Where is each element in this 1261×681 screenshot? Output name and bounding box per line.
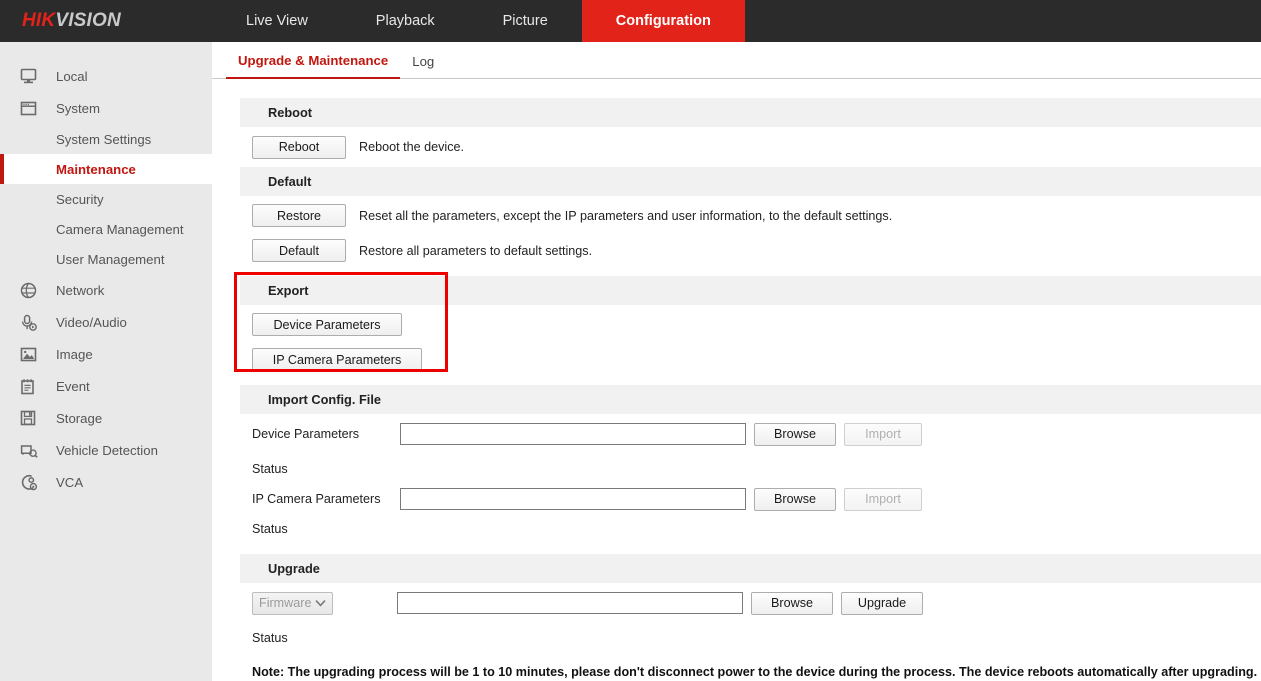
sidebar-item-label: Network <box>56 283 104 298</box>
import-ipcam-status-label: Status <box>252 522 288 536</box>
import-ipcam-status-row: Status <box>212 514 1261 544</box>
picture-icon <box>20 347 56 362</box>
reboot-description: Reboot the device. <box>359 140 464 154</box>
reboot-row: Reboot Reboot the device. <box>212 127 1261 167</box>
vca-icon <box>20 474 56 491</box>
floppy-icon <box>20 410 56 426</box>
upgrade-note: Note: The upgrading process will be 1 to… <box>212 665 1261 679</box>
microphone-icon <box>20 314 56 331</box>
export-device-parameters-button[interactable]: Device Parameters <box>252 313 402 336</box>
section-header-export: Export <box>240 276 1261 305</box>
upgrade-row: Firmware Browse Upgrade <box>212 583 1261 623</box>
sidebar-item-video-audio[interactable]: Video/Audio <box>0 306 212 338</box>
restore-button[interactable]: Restore <box>252 204 346 227</box>
sidebar: Local System System Settings Maintenance… <box>0 42 212 681</box>
import-device-status-row: Status <box>212 454 1261 484</box>
import-ipcam-import-button[interactable]: Import <box>844 488 922 511</box>
import-device-status-label: Status <box>252 462 288 476</box>
sidebar-item-label: Security <box>56 192 104 207</box>
section-header-reboot: Reboot <box>240 98 1261 127</box>
import-device-row: Device Parameters Browse Import <box>212 414 1261 454</box>
nav-tab-picture[interactable]: Picture <box>469 0 582 42</box>
logo-text-vision: VISION <box>55 10 121 31</box>
section-header-default: Default <box>240 167 1261 196</box>
sidebar-item-label: Camera Management <box>56 222 184 237</box>
nav-tab-configuration[interactable]: Configuration <box>582 0 745 42</box>
sidebar-item-label: VCA <box>56 475 83 490</box>
sidebar-item-label: Vehicle Detection <box>56 443 158 458</box>
import-ipcam-browse-button[interactable]: Browse <box>754 488 836 511</box>
sidebar-item-maintenance[interactable]: Maintenance <box>0 154 212 184</box>
tab-upgrade-maintenance[interactable]: Upgrade & Maintenance <box>226 53 400 79</box>
section-header-upgrade: Upgrade <box>240 554 1261 583</box>
sidebar-item-camera-management[interactable]: Camera Management <box>0 214 212 244</box>
maintenance-panel: Reboot Reboot Reboot the device. Default… <box>212 98 1261 679</box>
main-content: Upgrade & Maintenance Log Reboot Reboot … <box>212 42 1261 681</box>
top-navigation-bar: HIKVISION Live View Playback Picture Con… <box>0 0 1261 42</box>
sidebar-item-label: Image <box>56 347 93 362</box>
sidebar-item-vca[interactable]: VCA <box>0 466 212 498</box>
sidebar-item-label: Event <box>56 379 90 394</box>
sidebar-item-label: Storage <box>56 411 102 426</box>
section-header-import-config-file: Import Config. File <box>240 385 1261 414</box>
import-device-file-input[interactable] <box>400 423 746 445</box>
sidebar-item-vehicle-detection[interactable]: Vehicle Detection <box>0 434 212 466</box>
sidebar-item-label: Local <box>56 69 88 84</box>
upgrade-status-label: Status <box>252 631 288 645</box>
sidebar-item-system[interactable]: System <box>0 92 212 124</box>
sidebar-item-security[interactable]: Security <box>0 184 212 214</box>
notepad-icon <box>20 378 56 395</box>
upgrade-button[interactable]: Upgrade <box>841 592 923 615</box>
import-device-import-button[interactable]: Import <box>844 423 922 446</box>
default-description: Restore all parameters to default settin… <box>359 244 592 258</box>
car-search-icon <box>20 442 56 458</box>
upgrade-type-select[interactable]: Firmware <box>252 592 333 615</box>
sidebar-item-event[interactable]: Event <box>0 370 212 402</box>
hikvision-logo: HIKVISION <box>0 10 212 32</box>
sidebar-item-system-settings[interactable]: System Settings <box>0 124 212 154</box>
default-row: Default Restore all parameters to defaul… <box>212 235 1261 266</box>
import-device-browse-button[interactable]: Browse <box>754 423 836 446</box>
export-ipcam-row: IP Camera Parameters <box>212 344 1261 375</box>
default-button[interactable]: Default <box>252 239 346 262</box>
tab-log[interactable]: Log <box>400 54 446 78</box>
chevron-down-icon <box>315 596 326 610</box>
upgrade-browse-button[interactable]: Browse <box>751 592 833 615</box>
sidebar-item-network[interactable]: Network <box>0 274 212 306</box>
sidebar-item-image[interactable]: Image <box>0 338 212 370</box>
sidebar-item-label: System <box>56 101 100 116</box>
import-ipcam-label: IP Camera Parameters <box>252 492 400 506</box>
sidebar-item-label: Video/Audio <box>56 315 127 330</box>
sidebar-item-label: Maintenance <box>56 162 136 177</box>
sidebar-item-user-management[interactable]: User Management <box>0 244 212 274</box>
import-ipcam-row: IP Camera Parameters Browse Import <box>212 484 1261 514</box>
upgrade-type-select-value: Firmware <box>259 596 311 610</box>
logo-text-hik: HIK <box>22 10 55 31</box>
content-tab-bar: Upgrade & Maintenance Log <box>212 42 1261 79</box>
window-icon <box>20 101 56 116</box>
reboot-button[interactable]: Reboot <box>252 136 346 159</box>
import-ipcam-file-input[interactable] <box>400 488 746 510</box>
monitor-icon <box>20 68 56 84</box>
import-device-label: Device Parameters <box>252 427 400 441</box>
nav-tab-live-view[interactable]: Live View <box>212 0 342 42</box>
sidebar-item-label: System Settings <box>56 132 151 147</box>
upgrade-status-row: Status <box>212 623 1261 653</box>
sidebar-item-storage[interactable]: Storage <box>0 402 212 434</box>
export-ip-camera-parameters-button[interactable]: IP Camera Parameters <box>252 348 422 371</box>
globe-icon <box>20 282 56 299</box>
upgrade-file-input[interactable] <box>397 592 743 614</box>
sidebar-item-label: User Management <box>56 252 164 267</box>
nav-tab-playback[interactable]: Playback <box>342 0 469 42</box>
export-device-row: Device Parameters <box>212 305 1261 344</box>
sidebar-item-local[interactable]: Local <box>0 60 212 92</box>
restore-row: Restore Reset all the parameters, except… <box>212 196 1261 235</box>
restore-description: Reset all the parameters, except the IP … <box>359 209 892 223</box>
